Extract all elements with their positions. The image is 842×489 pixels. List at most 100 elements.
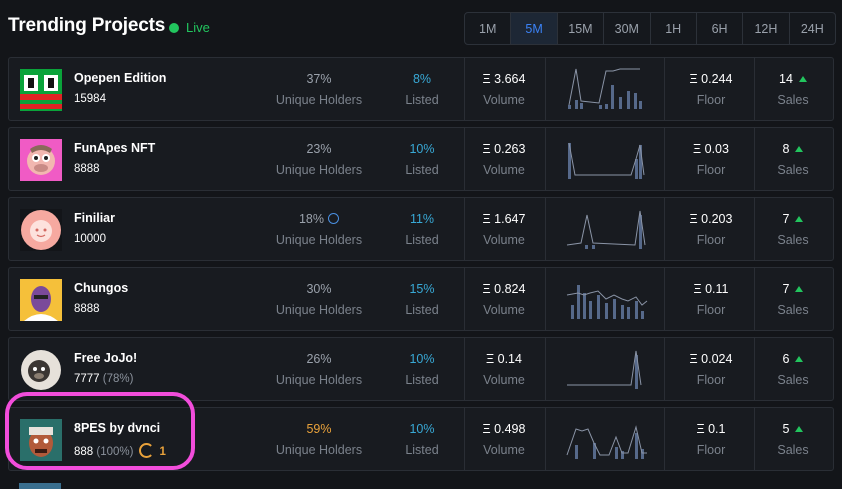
project-row[interactable]: FunApes NFT 8888 23% Unique Holders 10% Li… <box>8 127 834 191</box>
sales-value: 7 <box>782 212 790 226</box>
trend-up-icon <box>795 286 804 292</box>
verified-icon <box>328 213 340 224</box>
divider <box>545 338 546 400</box>
supply-value: 7777 <box>74 373 100 385</box>
volume-value: Ξ 0.263 <box>482 142 526 156</box>
sales-sparkline <box>568 142 645 179</box>
sales-sparkline <box>566 210 646 249</box>
project-row[interactable]: Chungos 8888 30% Unique Holders 15% Listed… <box>8 267 834 331</box>
volume-value: Ξ 0.824 <box>482 282 526 296</box>
project-name[interactable]: Free JoJo! <box>74 351 137 365</box>
unique-holders: 18% Unique Holders <box>264 211 374 247</box>
sales: 5 Sales <box>760 421 826 457</box>
range-tab-30m[interactable]: 30M <box>604 13 651 44</box>
floor-label: Floor <box>696 93 726 107</box>
project-supply: 888 (100%) 1 <box>74 443 166 458</box>
next-row-thumbnail <box>19 483 61 489</box>
listed: 10% Listed <box>382 141 462 177</box>
project-name[interactable]: 8PES by dvnci <box>74 421 160 435</box>
floor-price: Ξ 0.1 Floor <box>672 421 750 457</box>
header: Trending Projects Live 1M 5M 15M 30M 1H … <box>0 0 842 56</box>
floor-label: Floor <box>696 443 726 457</box>
range-tab-1m[interactable]: 1M <box>465 13 512 44</box>
supply-value: 8888 <box>74 163 100 175</box>
sales-sparkline <box>566 425 647 459</box>
project-thumbnail <box>20 139 62 181</box>
project-name[interactable]: Chungos <box>74 281 128 295</box>
trend-up-icon <box>798 76 807 82</box>
listed-label: Listed <box>405 373 439 387</box>
floor-label: Floor <box>696 233 726 247</box>
volume-value: Ξ 3.664 <box>482 72 526 86</box>
range-tab-12h[interactable]: 12H <box>743 13 790 44</box>
sales-label: Sales <box>777 93 809 107</box>
divider <box>664 58 665 120</box>
range-tab-5m[interactable]: 5M <box>511 13 558 44</box>
floor-value: Ξ 0.03 <box>693 142 729 156</box>
project-row[interactable]: Finiliar 10000 18% Unique Holders 11% List… <box>8 197 834 261</box>
project-supply: 8888 <box>74 303 100 315</box>
volume: Ξ 1.647 Volume <box>464 211 544 247</box>
project-row[interactable]: Free JoJo! 7777 (78%) 26% Unique Holders … <box>8 337 834 401</box>
holders-value: 37% <box>306 72 332 86</box>
volume-label: Volume <box>483 373 525 387</box>
listed: 10% Listed <box>382 351 462 387</box>
unique-holders: 37% Unique Holders <box>264 71 374 107</box>
range-tab-15m[interactable]: 15M <box>558 13 605 44</box>
volume-value: Ξ 0.498 <box>482 422 526 436</box>
live-indicator-dot <box>169 23 179 33</box>
divider <box>545 198 546 260</box>
project-name[interactable]: Finiliar <box>74 211 115 225</box>
range-tab-24h[interactable]: 24H <box>790 13 835 44</box>
listed-label: Listed <box>405 93 439 107</box>
project-supply: 10000 <box>74 233 106 245</box>
range-tab-6h[interactable]: 6H <box>697 13 744 44</box>
volume-value: Ξ 1.647 <box>482 212 526 226</box>
supply-value: 10000 <box>74 233 106 245</box>
holders-value: 18% <box>298 212 325 226</box>
project-row[interactable]: Opepen Edition 15984 37% Unique Holders 8… <box>8 57 834 121</box>
holders-label: Unique Holders <box>275 93 363 107</box>
listed-label: Listed <box>405 443 439 457</box>
floor-label: Floor <box>696 303 726 317</box>
listed: 8% Listed <box>382 71 462 107</box>
divider <box>545 408 546 470</box>
floor-price: Ξ 0.244 Floor <box>672 71 750 107</box>
trend-up-icon <box>795 426 804 432</box>
holders-value: 26% <box>306 352 332 366</box>
project-thumbnail <box>20 69 62 111</box>
supply-percentage: (78%) <box>102 373 134 385</box>
sales-sparkline <box>568 68 642 109</box>
divider <box>754 408 755 470</box>
sales: 7 Sales <box>760 281 826 317</box>
range-tab-1h[interactable]: 1H <box>651 13 697 44</box>
project-name[interactable]: FunApes NFT <box>74 141 155 155</box>
sales-label: Sales <box>777 163 809 177</box>
project-name[interactable]: Opepen Edition <box>74 71 166 85</box>
floor-value: Ξ 0.203 <box>689 212 733 226</box>
trend-up-icon <box>795 356 804 362</box>
page-title: Trending Projects <box>8 15 166 36</box>
volume-value: Ξ 0.14 <box>486 352 522 366</box>
project-supply: 15984 <box>74 93 106 105</box>
project-row[interactable]: 8PES by dvnci 888 (100%) 1 59% Unique Hold… <box>8 407 834 471</box>
volume: Ξ 0.263 Volume <box>464 141 544 177</box>
sales-label: Sales <box>777 443 809 457</box>
project-thumbnail <box>20 419 62 461</box>
floor-price: Ξ 0.203 Floor <box>672 211 750 247</box>
listed-value: 10% <box>409 352 435 366</box>
volume: Ξ 3.664 Volume <box>464 71 544 107</box>
volume: Ξ 0.824 Volume <box>464 281 544 317</box>
holders-label: Unique Holders <box>275 233 363 247</box>
listed-value: 10% <box>409 422 435 436</box>
divider <box>754 198 755 260</box>
sales-sparkline <box>566 285 648 319</box>
listed: 10% Listed <box>382 421 462 457</box>
sales-value: 5 <box>782 422 790 436</box>
divider <box>664 408 665 470</box>
floor-price: Ξ 0.11 Floor <box>672 281 750 317</box>
supply-value: 888 <box>74 446 94 458</box>
divider <box>664 338 665 400</box>
supply-percentage: (100%) <box>96 446 134 458</box>
divider <box>754 268 755 330</box>
